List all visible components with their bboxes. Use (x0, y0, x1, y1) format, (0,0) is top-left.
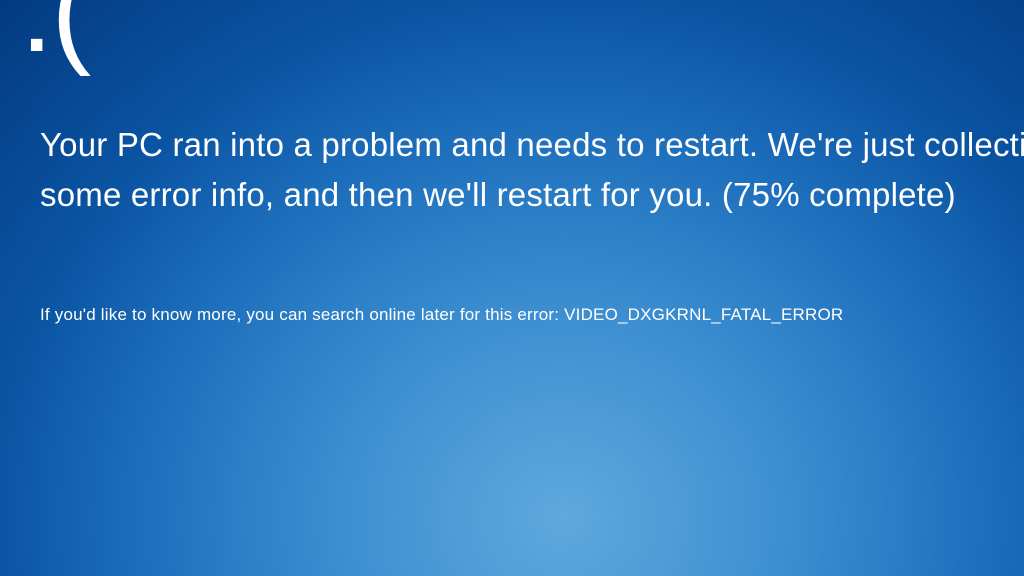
error-message: Your PC ran into a problem and needs to … (40, 120, 1024, 219)
sad-face-icon: :( (20, 0, 89, 70)
error-details: If you'd like to know more, you can sear… (40, 305, 1004, 325)
